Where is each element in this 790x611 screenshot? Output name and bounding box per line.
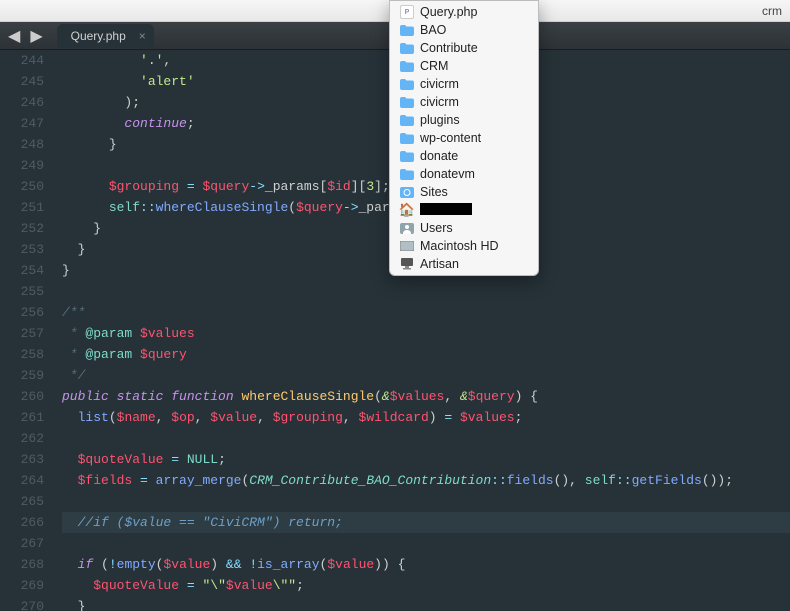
nav-arrows: ◀ ▶ <box>4 26 47 46</box>
path-popup-item[interactable]: 🏠 <box>390 201 538 219</box>
code-line[interactable]: /** <box>62 302 790 323</box>
line-number: 260 <box>0 386 44 407</box>
path-popup-label: Contribute <box>420 41 478 55</box>
line-number: 258 <box>0 344 44 365</box>
line-number: 253 <box>0 239 44 260</box>
folder-icon <box>400 77 414 91</box>
line-number: 259 <box>0 365 44 386</box>
path-popup-label <box>420 203 472 218</box>
close-icon[interactable]: × <box>139 29 146 43</box>
path-popup-label: Users <box>420 221 453 235</box>
line-number: 257 <box>0 323 44 344</box>
code-line[interactable] <box>62 491 790 512</box>
line-number: 255 <box>0 281 44 302</box>
path-popup-item[interactable]: P Query.php <box>390 3 538 21</box>
php-icon: P <box>400 5 414 19</box>
code-line[interactable]: //if ($value == "CiviCRM") return; <box>62 512 790 533</box>
code-line[interactable]: } <box>62 596 790 611</box>
folder-icon <box>400 131 414 145</box>
path-popup-label: Query.php <box>420 5 477 19</box>
path-popup-item[interactable]: BAO <box>390 21 538 39</box>
line-number: 270 <box>0 596 44 611</box>
path-popup-label: donate <box>420 149 458 163</box>
path-popup-item[interactable]: CRM <box>390 57 538 75</box>
folder-icon <box>400 149 414 163</box>
line-number: 250 <box>0 176 44 197</box>
path-popup-label: Sites <box>420 185 448 199</box>
folder-icon <box>400 95 414 109</box>
path-popup-item[interactable]: Sites <box>390 183 538 201</box>
path-popup-label: CRM <box>420 59 448 73</box>
line-number: 252 <box>0 218 44 239</box>
sites-icon <box>400 185 414 199</box>
path-popup-label: BAO <box>420 23 446 37</box>
users-icon <box>400 221 414 235</box>
tab-label: Query.php <box>71 29 126 43</box>
code-line[interactable]: * @param $query <box>62 344 790 365</box>
path-popup-label: wp-content <box>420 131 481 145</box>
line-number: 248 <box>0 134 44 155</box>
line-number: 256 <box>0 302 44 323</box>
code-line[interactable]: $quoteValue = "\"$value\""; <box>62 575 790 596</box>
line-number: 249 <box>0 155 44 176</box>
code-line[interactable]: $quoteValue = NULL; <box>62 449 790 470</box>
path-popup-label: civicrm <box>420 95 459 109</box>
line-number: 246 <box>0 92 44 113</box>
line-number-gutter: 2442452462472482492502512522532542552562… <box>0 50 62 611</box>
path-popup-item[interactable]: civicrm <box>390 93 538 111</box>
code-line[interactable]: public static function whereClauseSingle… <box>62 386 790 407</box>
code-line[interactable]: $fields = array_merge(CRM_Contribute_BAO… <box>62 470 790 491</box>
path-popup-label: donatevm <box>420 167 475 181</box>
path-popup-label: plugins <box>420 113 460 127</box>
nav-back-icon[interactable]: ◀ <box>4 26 24 46</box>
code-line[interactable]: * @param $values <box>62 323 790 344</box>
path-popup-label: Artisan <box>420 257 459 271</box>
home-icon: 🏠 <box>400 203 414 217</box>
line-number: 266 <box>0 512 44 533</box>
folder-icon <box>400 113 414 127</box>
line-number: 244 <box>0 50 44 71</box>
folder-icon <box>400 167 414 181</box>
path-popup-label: civicrm <box>420 77 459 91</box>
line-number: 262 <box>0 428 44 449</box>
code-line[interactable] <box>62 533 790 554</box>
path-popup-item[interactable]: Macintosh HD <box>390 237 538 255</box>
path-popup-item[interactable]: plugins <box>390 111 538 129</box>
line-number: 254 <box>0 260 44 281</box>
path-popup-item[interactable]: Contribute <box>390 39 538 57</box>
path-popup-item[interactable]: civicrm <box>390 75 538 93</box>
line-number: 267 <box>0 533 44 554</box>
code-line[interactable]: if (!empty($value) && !is_array($value))… <box>62 554 790 575</box>
folder-icon <box>400 23 414 37</box>
path-popup[interactable]: P Query.php BAO Contribute CRM civicrm civicrm… <box>389 0 539 276</box>
line-number: 251 <box>0 197 44 218</box>
line-number: 245 <box>0 71 44 92</box>
mon-icon <box>400 257 414 271</box>
line-number: 261 <box>0 407 44 428</box>
folder-icon <box>400 41 414 55</box>
code-line[interactable] <box>62 428 790 449</box>
path-popup-item[interactable]: donate <box>390 147 538 165</box>
code-line[interactable]: */ <box>62 365 790 386</box>
line-number: 264 <box>0 470 44 491</box>
tab-active[interactable]: Query.php × <box>57 24 154 48</box>
path-popup-item[interactable]: wp-content <box>390 129 538 147</box>
line-number: 247 <box>0 113 44 134</box>
nav-forward-icon[interactable]: ▶ <box>26 26 46 46</box>
path-popup-item[interactable]: Users <box>390 219 538 237</box>
line-number: 265 <box>0 491 44 512</box>
titlebar-right-text: crm <box>762 4 782 18</box>
code-line[interactable] <box>62 281 790 302</box>
path-popup-item[interactable]: donatevm <box>390 165 538 183</box>
line-number: 269 <box>0 575 44 596</box>
line-number: 263 <box>0 449 44 470</box>
hd-icon <box>400 239 414 253</box>
line-number: 268 <box>0 554 44 575</box>
path-popup-item[interactable]: Artisan <box>390 255 538 273</box>
path-popup-label: Macintosh HD <box>420 239 499 253</box>
code-line[interactable]: list($name, $op, $value, $grouping, $wil… <box>62 407 790 428</box>
folder-icon <box>400 59 414 73</box>
